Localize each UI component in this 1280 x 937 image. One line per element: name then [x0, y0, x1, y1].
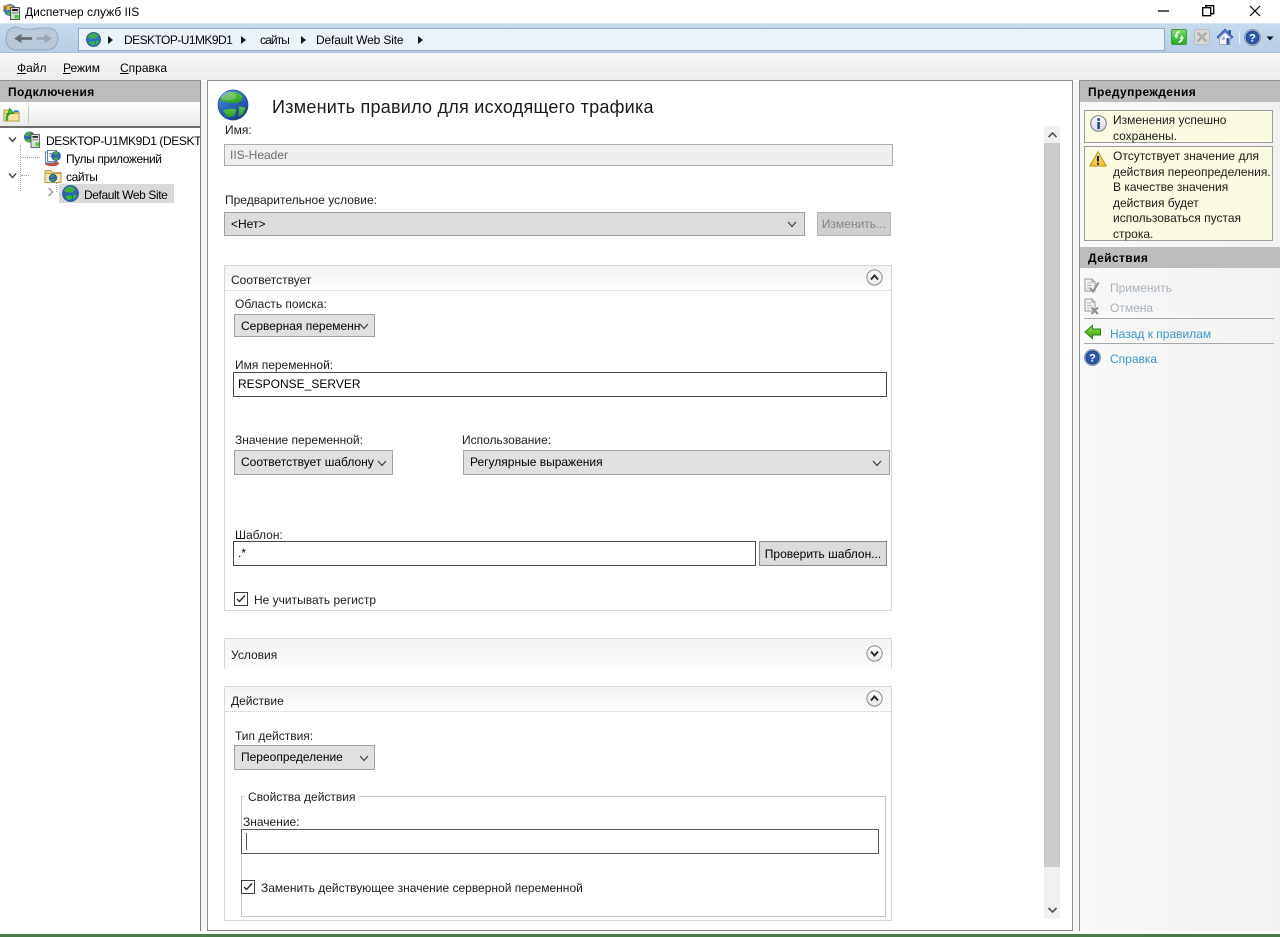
svg-text:?: ?: [1089, 353, 1096, 365]
svg-text:?: ?: [1249, 32, 1256, 44]
